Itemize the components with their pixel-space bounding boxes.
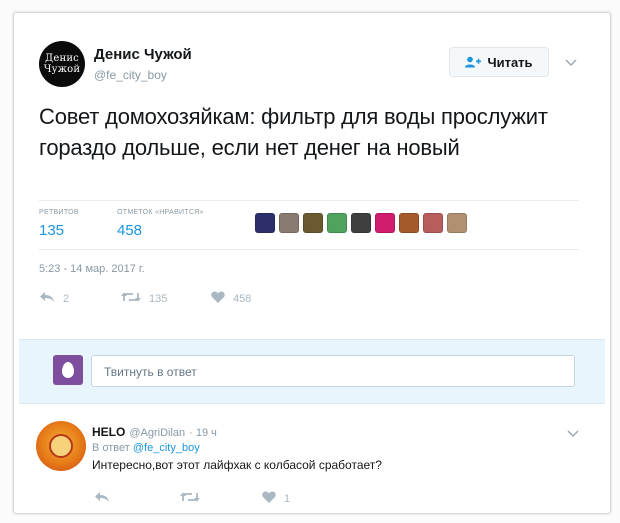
reply-like-count: 1 [284,492,291,505]
retweets-stat[interactable]: РЕТВИТОВ 135 [39,209,79,239]
retweets-value: 135 [39,222,65,239]
current-user-avatar [53,355,83,385]
reply-icon [94,491,110,506]
chevron-down-icon[interactable] [564,56,578,70]
reply-composer: Твитнуть в ответ [19,339,605,404]
author-username[interactable]: @fe_city_boy [94,68,167,82]
liker-avatar[interactable] [327,213,347,233]
badge-icon [49,434,73,458]
chevron-down-icon[interactable] [566,427,580,441]
reply-author-fullname[interactable]: HELO [92,425,125,439]
in-reply-prefix: В ответ [92,442,130,454]
liker-avatar[interactable] [279,213,299,233]
reply-time[interactable]: · 19 ч [189,427,217,439]
tweet-card: Денис Чужой Денис Чужой @fe_city_boy Чит… [13,12,611,514]
like-count: 458 [233,292,252,305]
author-avatar[interactable]: Денис Чужой [39,41,85,87]
follow-button-label: Читать [487,54,533,70]
author-fullname[interactable]: Денис Чужой [94,46,192,63]
egg-icon [62,362,74,378]
reply-reply-action[interactable] [94,491,110,506]
retweet-action[interactable]: 135 [121,291,167,306]
likes-label: ОТМЕТОК «НРАВИТСЯ» [117,209,204,216]
heart-icon [262,491,276,506]
liker-avatar[interactable] [423,213,443,233]
reply-action[interactable]: 2 [39,291,69,306]
in-reply-to: В ответ @fe_city_boy [92,442,200,454]
in-reply-handle-link[interactable]: @fe_city_boy [133,442,200,454]
heart-icon [211,291,225,306]
reply-count: 2 [63,292,70,305]
like-action[interactable]: 458 [211,291,251,306]
likers-avatars [255,213,467,233]
tweet-timestamp[interactable]: 5:23 - 14 мар. 2017 г. [39,263,145,275]
tweet-text: Совет домохозяйкам: фильтр для воды прос… [39,104,548,160]
liker-avatar[interactable] [399,213,419,233]
tweet-stats: РЕТВИТОВ 135 ОТМЕТОК «НРАВИТСЯ» 458 [39,200,579,250]
reply-like-action[interactable]: 1 [262,491,290,506]
liker-avatar[interactable] [255,213,275,233]
likes-stat[interactable]: ОТМЕТОК «НРАВИТСЯ» 458 [117,209,204,239]
avatar-text-line2: Чужой [43,64,81,75]
liker-avatar[interactable] [351,213,371,233]
liker-avatar[interactable] [303,213,323,233]
follow-user-icon [465,56,482,68]
reply-icon [39,291,55,306]
reply-retweet-action[interactable] [180,491,200,506]
reply-tweet: HELO @AgriDilan · 19 ч В ответ @fe_city_… [14,403,610,513]
retweet-icon [121,291,141,306]
reply-input[interactable]: Твитнуть в ответ [91,355,575,387]
reply-author-avatar[interactable] [36,421,86,471]
likes-value: 458 [117,222,143,239]
reply-text: Интересно,вот этот лайфхак с колбасой ср… [92,458,382,472]
retweet-icon [180,491,200,506]
liker-avatar[interactable] [447,213,467,233]
reply-header: HELO @AgriDilan · 19 ч [92,425,217,439]
reply-author-username[interactable]: @AgriDilan [129,427,185,439]
main-tweet: Денис Чужой Денис Чужой @fe_city_boy Чит… [14,13,610,333]
liker-avatar[interactable] [375,213,395,233]
avatar-text-line1: Денис [45,53,79,64]
retweets-label: РЕТВИТОВ [39,209,79,216]
follow-button[interactable]: Читать [449,47,549,77]
retweet-count: 135 [149,292,168,305]
